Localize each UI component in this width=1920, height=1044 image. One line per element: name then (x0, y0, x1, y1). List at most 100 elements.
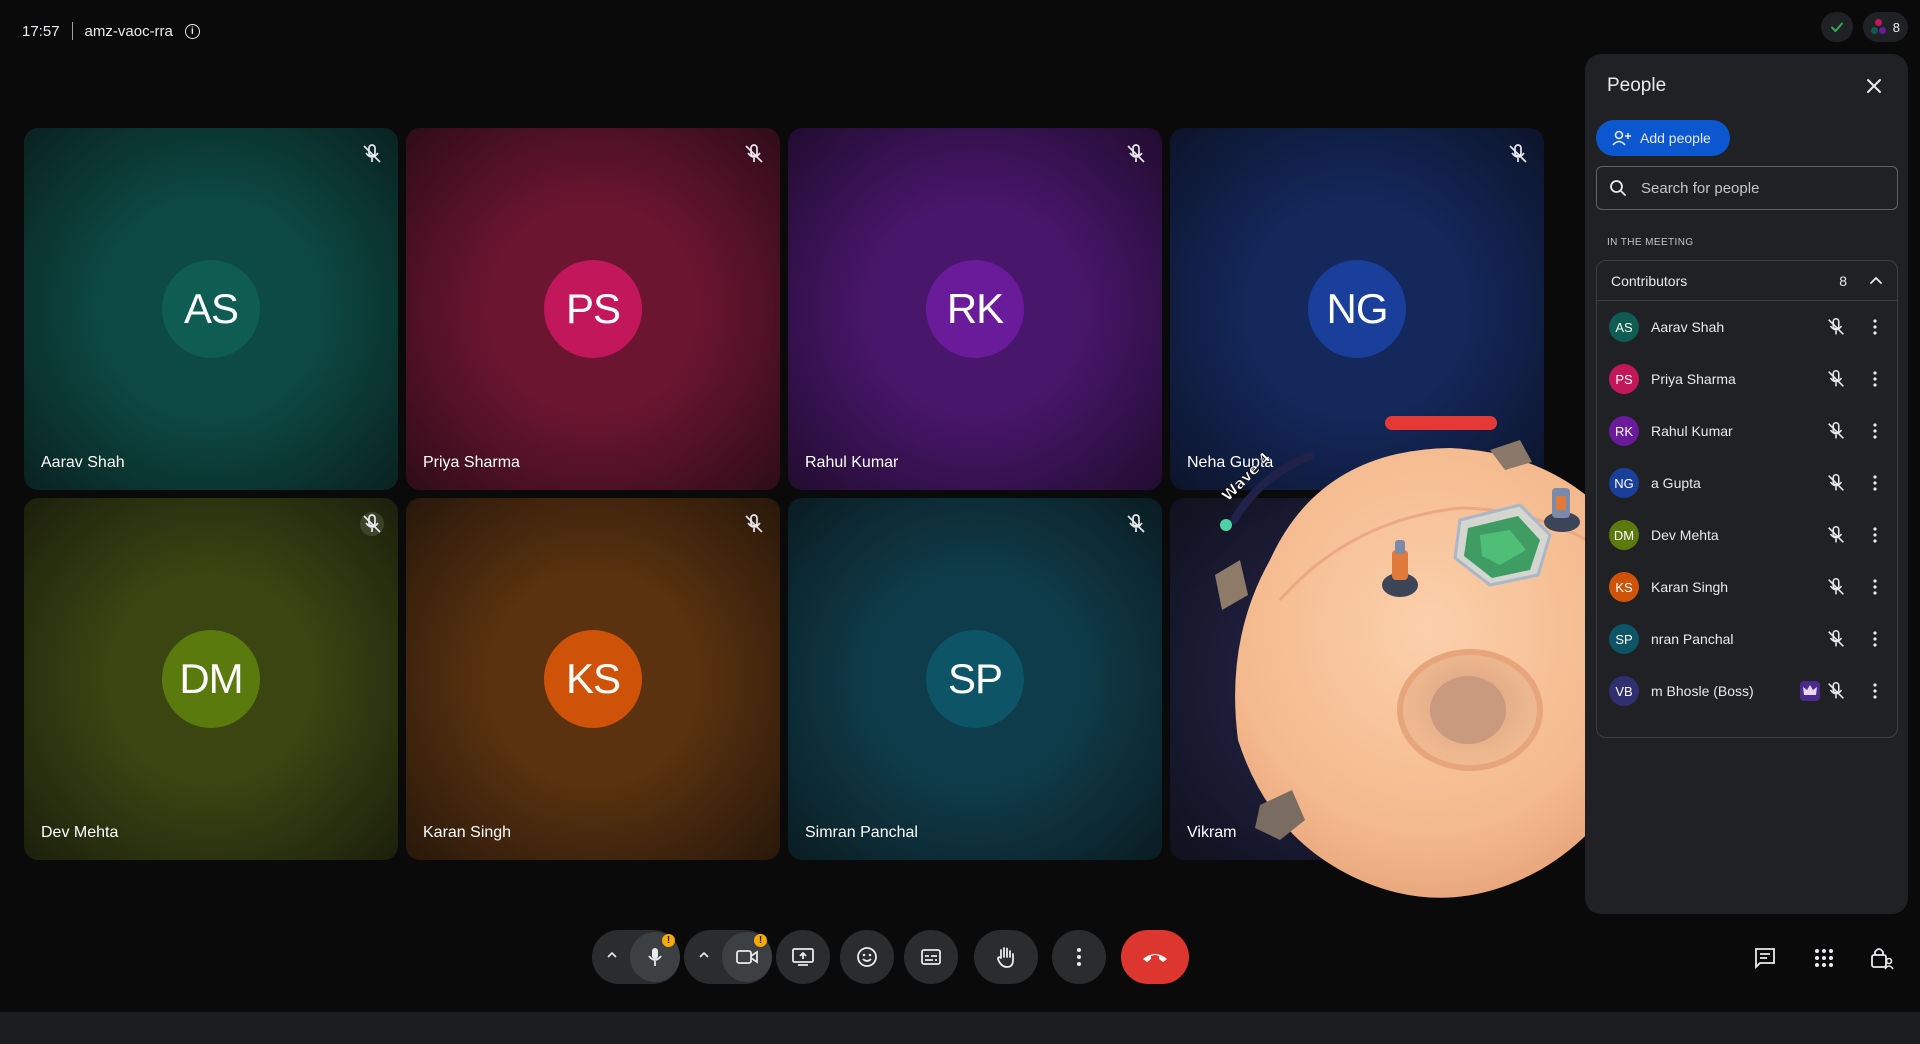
participant-row[interactable]: NG a Gupta (1597, 457, 1897, 509)
mic-warning-icon: ! (662, 934, 675, 947)
mic-icon (648, 948, 662, 966)
participant-name: Dev Mehta (41, 824, 119, 841)
participant-row[interactable]: KS Karan Singh (1597, 561, 1897, 613)
participant-avatar: NG (1308, 260, 1406, 358)
mic-off-icon[interactable] (1825, 524, 1847, 546)
present-screen-icon (792, 948, 814, 966)
participant-tile[interactable]: DM Dev Mehta (24, 498, 398, 860)
captions-button[interactable] (904, 930, 958, 984)
mic-off-icon[interactable] (1825, 680, 1847, 702)
footer-strip (0, 1012, 1920, 1044)
participant-name: Karan Singh (1651, 579, 1729, 595)
check-status-icon[interactable] (1820, 12, 1853, 42)
more-vert-icon[interactable] (1865, 421, 1885, 441)
camera-options-chevron-icon[interactable] (698, 950, 710, 960)
more-vert-icon[interactable] (1865, 577, 1885, 597)
participant-avatar: DM (1609, 520, 1639, 550)
raise-hand-button[interactable] (974, 930, 1038, 984)
participant-row[interactable]: VB m Bhosle (Boss) (1597, 665, 1897, 717)
participant-tile[interactable]: AS Aarav Shah (24, 128, 398, 490)
participant-avatar: KS (544, 630, 642, 728)
mic-off-icon[interactable] (1825, 576, 1847, 598)
participant-avatar: PS (544, 260, 642, 358)
participant-tile[interactable]: PS Priya Sharma (406, 128, 780, 490)
lock-person-icon (1871, 948, 1894, 970)
add-person-icon (1612, 130, 1631, 146)
more-vert-icon[interactable] (1865, 473, 1885, 493)
wave-marker (1220, 519, 1232, 531)
add-people-button[interactable]: Add people (1596, 120, 1730, 156)
hang-up-icon (1143, 954, 1167, 962)
search-box[interactable] (1596, 166, 1898, 210)
more-vert-icon[interactable] (1865, 681, 1885, 701)
participant-row[interactable]: DM Dev Mehta (1597, 509, 1897, 561)
chevron-up-icon[interactable] (1869, 274, 1883, 288)
chat-icon (1755, 948, 1775, 970)
rock-left (1215, 560, 1248, 610)
participant-avatar: RK (926, 260, 1024, 358)
participant-avatar: RK (1609, 416, 1639, 446)
participants-pill[interactable]: 8 (1862, 12, 1908, 42)
mic-off-icon (1124, 142, 1148, 166)
participant-name: Priya Sharma (1651, 371, 1736, 387)
participant-avatar: KS (1609, 572, 1639, 602)
participant-row[interactable]: SP nran Panchal (1597, 613, 1897, 665)
more-vert-icon[interactable] (1865, 525, 1885, 545)
contributors-header[interactable]: Contributors 8 (1597, 261, 1897, 301)
participant-name: Rahul Kumar (805, 454, 899, 471)
mic-off-icon[interactable] (1825, 420, 1847, 442)
present-screen-button[interactable] (776, 930, 830, 984)
participant-name: Rahul Kumar (1651, 423, 1733, 439)
participant-tile[interactable]: SP Simran Panchal (788, 498, 1162, 860)
mic-off-icon (1124, 512, 1148, 536)
mic-off-icon[interactable] (1825, 368, 1847, 390)
mic-options-chevron-icon[interactable] (606, 950, 618, 960)
reactions-button[interactable] (840, 930, 894, 984)
search-icon (1610, 180, 1626, 196)
mic-off-icon[interactable] (1825, 316, 1847, 338)
participant-avatar: VB (1609, 676, 1639, 706)
mic-off-icon[interactable] (1825, 628, 1847, 650)
participant-name: Dev Mehta (1651, 527, 1719, 543)
divider (71, 22, 73, 40)
more-vert-icon[interactable] (1865, 629, 1885, 649)
participants-avatars-icon (1870, 19, 1887, 35)
top-right-status: 8 (1820, 12, 1908, 42)
close-icon[interactable] (1862, 74, 1886, 98)
host-controls-button[interactable] (1862, 938, 1902, 978)
clock: 17:57 (22, 22, 60, 40)
participant-avatar: PS (1609, 364, 1639, 394)
mic-off-icon (360, 512, 384, 536)
more-vert-icon[interactable] (1865, 369, 1885, 389)
activities-button[interactable] (1804, 938, 1844, 978)
camera-group: ! (684, 930, 772, 984)
participant-name: Priya Sharma (423, 454, 520, 471)
participant-row[interactable]: RK Rahul Kumar (1597, 405, 1897, 457)
more-options-button[interactable] (1052, 930, 1106, 984)
chat-button[interactable] (1745, 938, 1785, 978)
meeting-code: amz-vaoc-rra (84, 22, 173, 40)
mic-off-icon[interactable] (1825, 472, 1847, 494)
leave-call-button[interactable] (1121, 930, 1189, 984)
more-vert-icon[interactable] (1865, 317, 1885, 337)
people-list: AS Aarav Shah PS Priya Sharma RK Rahul Kumar N… (1597, 301, 1897, 717)
crown-icon (1800, 681, 1820, 701)
meet-app: 17:57 amz-vaoc-rra i 8 AS Aarav Shah PS Pri… (0, 0, 1920, 1044)
participant-avatar: AS (1609, 312, 1639, 342)
info-icon[interactable]: i (184, 23, 200, 39)
participant-avatar: AS (162, 260, 260, 358)
captions-icon (921, 949, 941, 965)
camera-warning-icon: ! (754, 934, 767, 947)
meeting-info-bar: 17:57 amz-vaoc-rra i (22, 20, 200, 42)
crater-core (1430, 676, 1506, 744)
participant-name: Karan Singh (423, 824, 512, 841)
participant-tile[interactable]: KS Karan Singh (406, 498, 780, 860)
call-controls: ! ! (0, 930, 1920, 986)
search-input[interactable] (1641, 179, 1871, 197)
participant-row[interactable]: PS Priya Sharma (1597, 353, 1897, 405)
participant-name: nran Panchal (1651, 631, 1734, 647)
participant-tile[interactable]: RK Rahul Kumar (788, 128, 1162, 490)
participant-name: Aarav Shah (1651, 319, 1725, 335)
mic-off-icon (742, 512, 766, 536)
participant-row[interactable]: AS Aarav Shah (1597, 301, 1897, 353)
